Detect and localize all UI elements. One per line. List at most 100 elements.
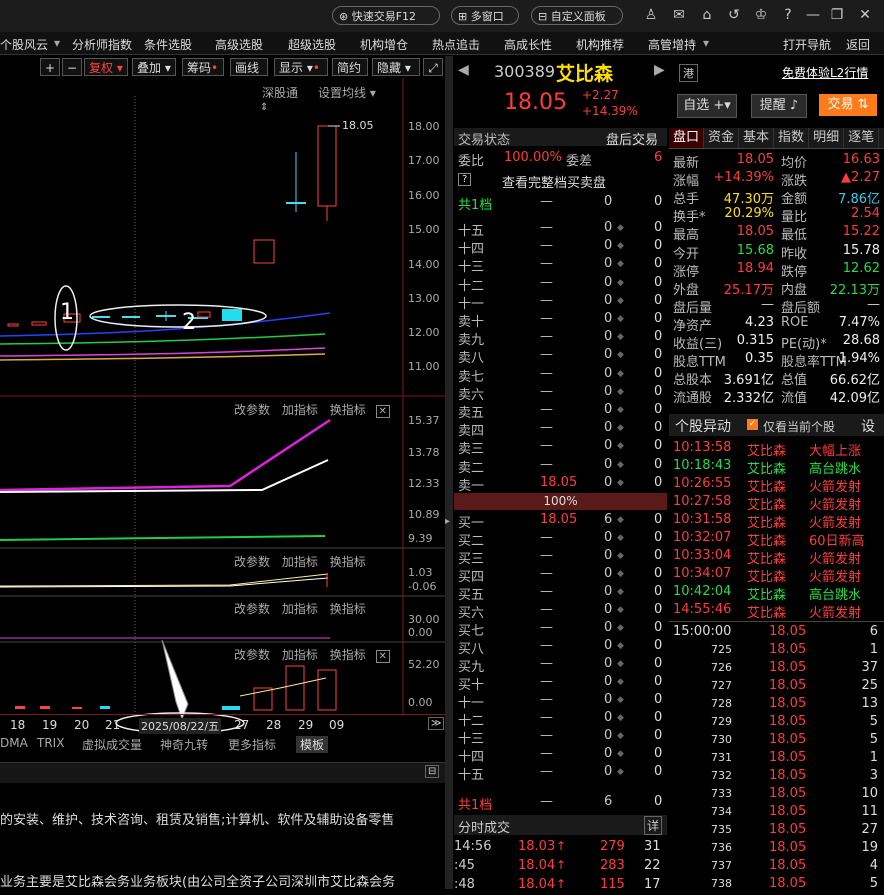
menu-item-gegu[interactable]: 个股风云: [0, 36, 48, 53]
buy-level-row[interactable]: 买六 — 0 ◆ 0: [454, 602, 667, 621]
close-icon[interactable]: ✕: [375, 405, 390, 418]
sell-level-row[interactable]: 十四 — 0 ◆ 0: [454, 238, 667, 257]
buy-level-row[interactable]: 买三 — 0 ◆ 0: [454, 548, 667, 567]
tab-virtual-volume[interactable]: 虚拟成交量: [82, 736, 142, 753]
buy-level-row[interactable]: 买五 — 0 ◆ 0: [454, 584, 667, 603]
next-stock-icon[interactable]: ▶: [654, 62, 665, 78]
menu-item-growth[interactable]: 高成长性: [504, 36, 552, 53]
buy-level-row[interactable]: 买一 18.05 6 ◆ 0: [454, 512, 667, 531]
edit-param-button[interactable]: 改参数: [234, 403, 270, 417]
menu-item-hotspot[interactable]: 热点追击: [432, 36, 480, 53]
tab-fund[interactable]: 资金: [704, 128, 740, 148]
buy-level-row[interactable]: 买二 — 0 ◆ 0: [454, 530, 667, 549]
full-order-row[interactable]: ? 查看完整档买卖盘: [454, 172, 667, 191]
edit-param-button[interactable]: 改参数: [234, 648, 270, 662]
buy-level-row[interactable]: 十二 — 0 ◆ 0: [454, 710, 667, 729]
abnormal-row[interactable]: 10:31:58 艾比森 火箭发射: [669, 512, 884, 531]
help-icon[interactable]: ?: [779, 6, 797, 24]
abnormal-row[interactable]: 10:13:58 艾比森 大幅上涨: [669, 440, 884, 459]
buy-level-row[interactable]: 十四 — 0 ◆ 0: [454, 746, 667, 765]
add-indicator-button[interactable]: 加指标: [282, 403, 318, 417]
switch-indicator-button[interactable]: 换指标: [330, 602, 366, 616]
remind-button[interactable]: 提醒 ♪: [751, 94, 807, 118]
menu-item-recommend[interactable]: 机构推荐: [576, 36, 624, 53]
menu-item-advanced[interactable]: 高级选股: [215, 36, 263, 53]
switch-indicator-button[interactable]: 换指标: [330, 648, 366, 662]
minimize-icon[interactable]: —: [804, 6, 822, 24]
abnormal-row[interactable]: 10:26:55 艾比森 火箭发射: [669, 476, 884, 495]
sell-level-row[interactable]: 卖九 — 0 ◆ 0: [454, 329, 667, 348]
menu-item-insider[interactable]: 高管增持: [648, 36, 696, 53]
multi-window-button[interactable]: ⊞ 多窗口: [451, 6, 519, 25]
buy-level-row[interactable]: 十五 — 0 ◆ 0: [454, 764, 667, 783]
tab-dma[interactable]: DMA: [0, 736, 28, 750]
add-indicator-button[interactable]: 加指标: [282, 555, 318, 569]
tab-pankou[interactable]: 盘口: [669, 128, 705, 148]
abnormal-settings-button[interactable]: 设: [861, 416, 875, 436]
tab-jiuzhuan[interactable]: 神奇九转: [160, 736, 208, 753]
menu-item-condition[interactable]: 条件选股: [144, 36, 192, 53]
close-icon[interactable]: ✕: [856, 6, 874, 24]
only-current-label[interactable]: 仅看当前个股: [763, 418, 835, 435]
menu-item-nav[interactable]: 打开导航: [783, 36, 831, 53]
menu-item-back[interactable]: 返回: [846, 36, 870, 53]
add-indicator-button[interactable]: 加指标: [282, 602, 318, 616]
sell-level-row[interactable]: 卖五 — 0 ◆ 0: [454, 402, 667, 421]
close-icon[interactable]: ✕: [375, 650, 390, 663]
edit-param-button[interactable]: 改参数: [234, 555, 270, 569]
switch-indicator-button[interactable]: 换指标: [330, 555, 366, 569]
sell-level-row[interactable]: 卖八 — 0 ◆ 0: [454, 347, 667, 366]
splitter[interactable]: ▸: [445, 56, 453, 889]
custom-panel-button[interactable]: ⊟ 自定义面板: [531, 6, 623, 25]
trade-button[interactable]: 交易 ⇅: [819, 94, 877, 116]
user-icon[interactable]: ♙: [642, 6, 660, 24]
l2-trial-link[interactable]: 免费体验L2行情: [782, 64, 868, 81]
checkbox-checked-icon[interactable]: ✓: [747, 419, 758, 430]
abnormal-row[interactable]: 10:42:04 艾比森 高台跳水: [669, 584, 884, 603]
sell-level-row[interactable]: 十三 — 0 ◆ 0: [454, 256, 667, 275]
tab-index[interactable]: 指数: [774, 128, 810, 148]
back-icon[interactable]: ↺: [725, 6, 743, 24]
switch-indicator-button[interactable]: 换指标: [330, 403, 366, 417]
home-icon[interactable]: ⌂: [698, 6, 716, 24]
sell-level-row[interactable]: 卖三 — 0 ◆ 0: [454, 438, 667, 457]
collapse-icon[interactable]: ⊟: [425, 765, 440, 778]
restore-icon[interactable]: ❐: [828, 6, 846, 24]
add-indicator-button[interactable]: 加指标: [282, 648, 318, 662]
edit-param-button[interactable]: 改参数: [234, 602, 270, 616]
buy-level-row[interactable]: 买七 — 0 ◆ 0: [454, 620, 667, 639]
tab-basic[interactable]: 基本: [739, 128, 775, 148]
quick-trade-button[interactable]: ⊛ 快速交易F12: [332, 6, 440, 25]
sell-level-row[interactable]: 卖一 18.05 0 ◆ 0: [454, 475, 667, 494]
sell-level-row[interactable]: 十二 — 0 ◆ 0: [454, 275, 667, 294]
sell-level-row[interactable]: 卖四 — 0 ◆ 0: [454, 420, 667, 439]
sell-level-row[interactable]: 十五 — 0 ◆ 0: [454, 220, 667, 239]
abnormal-row[interactable]: 14:55:46 艾比森 火箭发射: [669, 602, 884, 621]
prev-stock-icon[interactable]: ◀: [458, 62, 469, 78]
menu-item-super[interactable]: 超级选股: [288, 36, 336, 53]
sell-level-row[interactable]: 十一 — 0 ◆ 0: [454, 293, 667, 312]
buy-level-row[interactable]: 买十 — 0 ◆ 0: [454, 674, 667, 693]
ticks-detail-button[interactable]: 详: [644, 816, 663, 835]
menu-item-analyst[interactable]: 分析师指数: [72, 36, 132, 53]
hk-badge[interactable]: 港: [679, 64, 698, 82]
sell-level-row[interactable]: 卖六 — 0 ◆ 0: [454, 384, 667, 403]
buy-level-row[interactable]: 买八 — 0 ◆ 0: [454, 638, 667, 657]
add-watchlist-button[interactable]: 自选 +▾: [677, 94, 737, 118]
abnormal-row[interactable]: 10:32:07 艾比森 60日新高: [669, 530, 884, 549]
abnormal-row[interactable]: 10:34:07 艾比森 火箭发射: [669, 566, 884, 585]
abnormal-row[interactable]: 10:27:58 艾比森 火箭发射: [669, 494, 884, 513]
tab-more-indicators[interactable]: 更多指标: [228, 736, 276, 753]
tab-detail[interactable]: 明细: [809, 128, 845, 148]
buy-level-row[interactable]: 十三 — 0 ◆ 0: [454, 728, 667, 747]
mail-icon[interactable]: ✉: [670, 6, 688, 24]
abnormal-row[interactable]: 10:33:04 艾比森 火箭发射: [669, 548, 884, 567]
shirt-icon[interactable]: ♔: [752, 6, 770, 24]
sell-level-row[interactable]: 卖二 — 0 ◆ 0: [454, 457, 667, 476]
sell-level-row[interactable]: 卖十 — 0 ◆ 0: [454, 311, 667, 330]
expand-right-icon[interactable]: ≫: [428, 717, 445, 730]
tab-template[interactable]: 模板: [296, 736, 329, 753]
buy-level-row[interactable]: 十一 — 0 ◆ 0: [454, 692, 667, 711]
sell-level-row[interactable]: 卖七 — 0 ◆ 0: [454, 366, 667, 385]
buy-level-row[interactable]: 买九 — 0 ◆ 0: [454, 656, 667, 675]
